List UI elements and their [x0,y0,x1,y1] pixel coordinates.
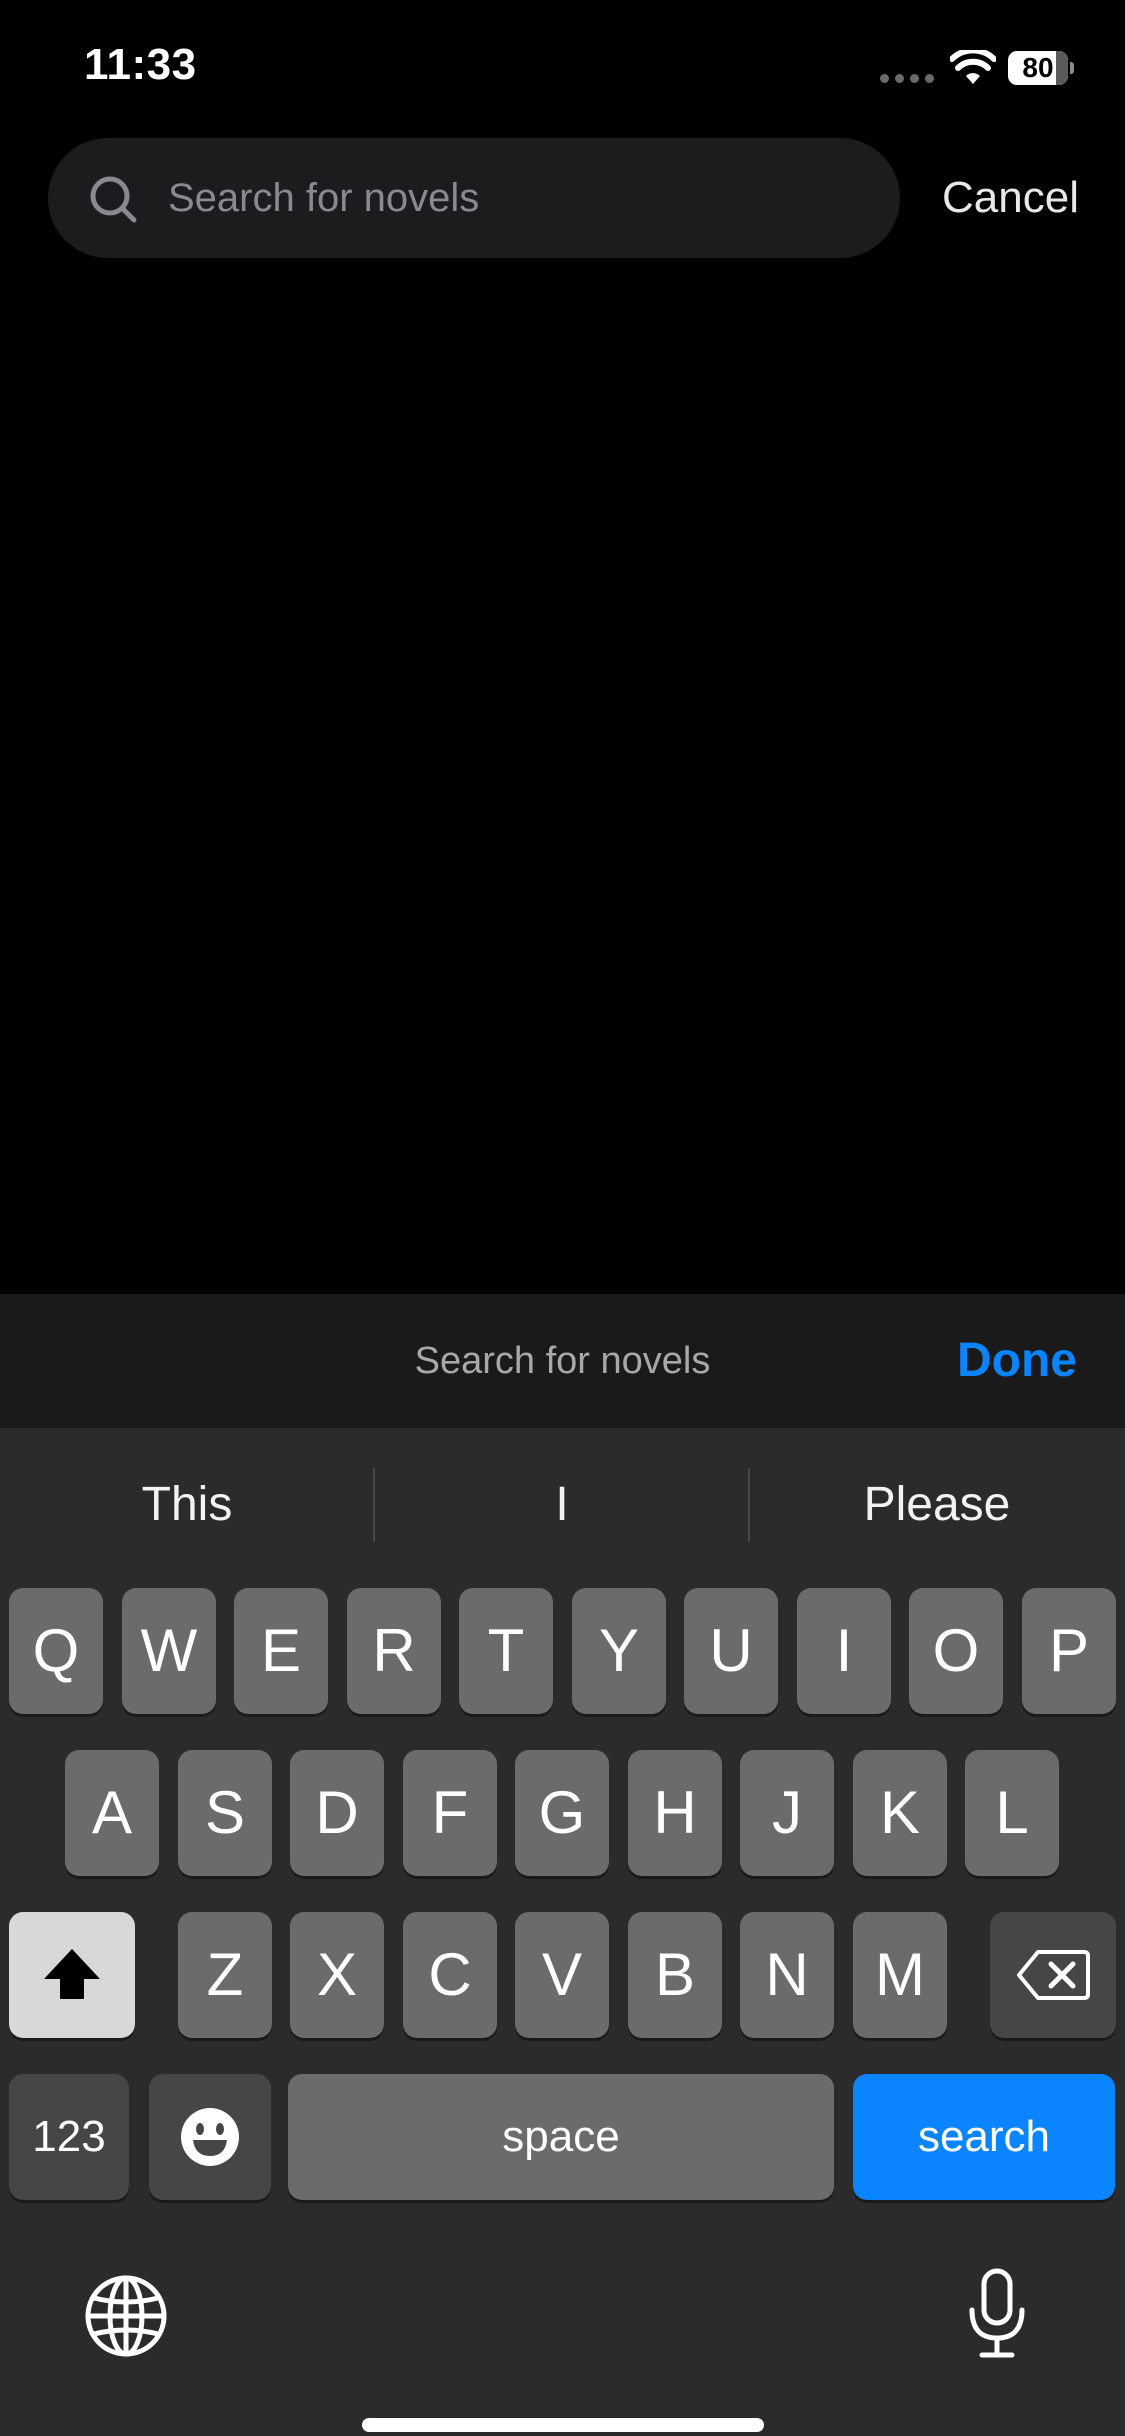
key-k[interactable]: K [853,1750,947,1876]
key-b[interactable]: B [628,1912,722,2038]
key-v[interactable]: V [515,1912,609,2038]
done-button[interactable]: Done [957,1294,1077,1428]
keyboard: This I Please Q W E R T Y U I O P A S D … [0,1428,1125,2436]
search-input[interactable] [168,138,868,258]
globe-icon[interactable] [84,2274,168,2358]
battery-percent: 80 [1022,52,1054,83]
key-i[interactable]: I [797,1588,891,1714]
key-u[interactable]: U [684,1588,778,1714]
key-w[interactable]: W [122,1588,216,1714]
space-key[interactable]: space [288,2074,834,2200]
shift-key[interactable] [9,1912,135,2038]
key-q[interactable]: Q [9,1588,103,1714]
key-m[interactable]: M [853,1912,947,2038]
search-icon [90,176,137,223]
key-l[interactable]: L [965,1750,1059,1876]
microphone-icon[interactable] [966,2268,1028,2360]
wifi-icon [950,50,996,84]
search-key[interactable]: search [853,2074,1115,2200]
key-a[interactable]: A [65,1750,159,1876]
keyboard-accessory-bar: Search for novels Done [0,1294,1125,1428]
cellular-signal-icon [880,74,934,83]
key-f[interactable]: F [403,1750,497,1876]
cancel-button[interactable]: Cancel [942,166,1079,230]
key-c[interactable]: C [403,1912,497,2038]
key-e[interactable]: E [234,1588,328,1714]
suggestion-1[interactable]: This [0,1428,374,1582]
emoji-key[interactable] [149,2074,271,2200]
status-bar: 11:33 80 [0,0,1125,140]
key-p[interactable]: P [1022,1588,1116,1714]
battery-icon: 80 [1008,51,1074,85]
emoji-icon [181,2108,239,2166]
key-y[interactable]: Y [572,1588,666,1714]
key-g[interactable]: G [515,1750,609,1876]
status-time: 11:33 [84,40,197,89]
key-j[interactable]: J [740,1750,834,1876]
key-s[interactable]: S [178,1750,272,1876]
key-x[interactable]: X [290,1912,384,2038]
search-bar[interactable] [48,138,900,258]
backspace-icon [1017,1950,1090,2000]
suggestion-bar: This I Please [0,1428,1125,1582]
key-h[interactable]: H [628,1750,722,1876]
key-d[interactable]: D [290,1750,384,1876]
numbers-key[interactable]: 123 [9,2074,129,2200]
key-o[interactable]: O [909,1588,1003,1714]
key-r[interactable]: R [347,1588,441,1714]
backspace-key[interactable] [990,1912,1116,2038]
home-indicator[interactable] [362,2418,764,2432]
key-t[interactable]: T [459,1588,553,1714]
key-z[interactable]: Z [178,1912,272,2038]
suggestion-2[interactable]: I [375,1428,749,1582]
key-n[interactable]: N [740,1912,834,2038]
suggestion-3[interactable]: Please [750,1428,1124,1582]
shift-icon [44,1949,100,1999]
